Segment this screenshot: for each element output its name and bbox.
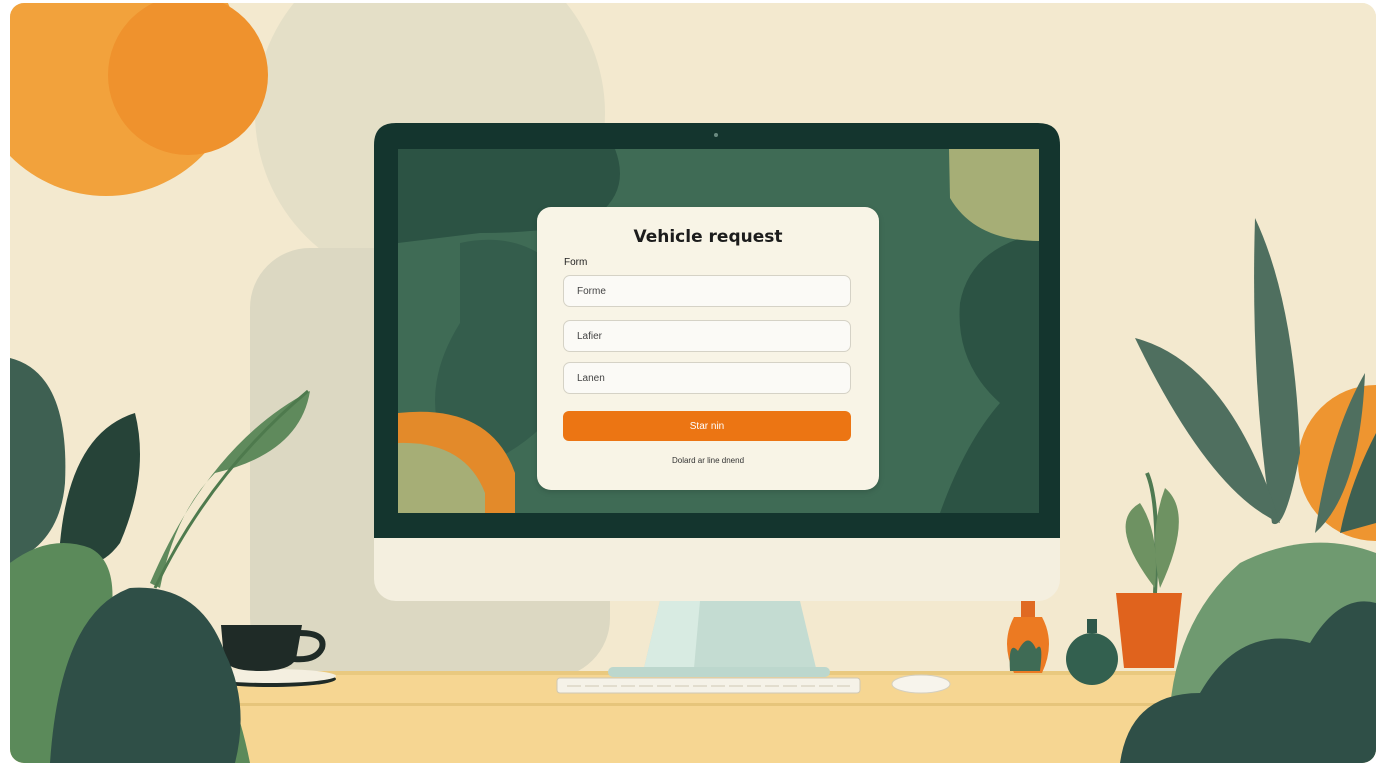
monitor-base [608,667,830,677]
form-field-1[interactable] [563,275,851,307]
camera-dot [714,133,718,137]
form-field-3[interactable] [563,362,851,394]
form-title: Vehicle request [633,227,783,247]
illustration-scene: Vehicle request Form Star nin Dolard ar … [10,3,1376,763]
mouse [891,674,951,694]
form-label: Form [564,257,588,268]
vehicle-request-form: Vehicle request Form Star nin Dolard ar … [537,207,879,490]
submit-button[interactable]: Star nin [563,411,851,441]
form-field-2[interactable] [563,320,851,352]
form-footer-link[interactable]: Dolard ar line dnend [537,456,879,465]
